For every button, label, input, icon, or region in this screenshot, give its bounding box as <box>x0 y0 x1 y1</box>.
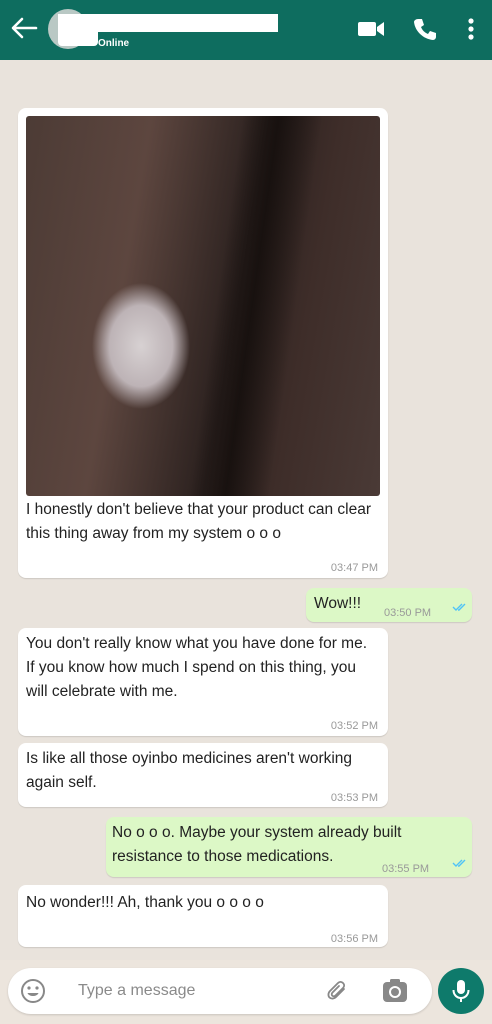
message-composer[interactable]: Type a message <box>8 968 432 1014</box>
read-ticks-icon <box>452 603 466 611</box>
outgoing-message[interactable]: Wow!!! 03:50 PM <box>306 588 472 622</box>
camera-icon[interactable] <box>380 977 410 1005</box>
message-text: No wonder!!! Ah, thank you o o o o <box>26 894 264 911</box>
message-time: 03:53 PM <box>330 792 378 804</box>
message-time: 03:52 PM <box>330 720 378 732</box>
phone-icon[interactable] <box>412 16 438 42</box>
voice-message-button[interactable] <box>438 968 484 1014</box>
incoming-message[interactable]: Is like all those oyinbo medicines aren'… <box>18 743 388 807</box>
arrow-left-icon[interactable] <box>10 16 38 40</box>
message-time: 03:47 PM <box>330 562 378 574</box>
more-vertical-icon[interactable] <box>464 16 478 42</box>
message-text: Is like all those oyinbo medicines aren'… <box>26 750 353 791</box>
contact-name-redacted-part <box>58 26 98 46</box>
message-time: 03:56 PM <box>330 933 378 945</box>
incoming-message[interactable]: You don't really know what you have done… <box>18 628 388 736</box>
message-text: I honestly don't believe that your produ… <box>26 501 372 542</box>
message-text: You don't really know what you have done… <box>26 635 368 700</box>
incoming-message[interactable]: No wonder!!! Ah, thank you o o o o 03:56… <box>18 885 388 947</box>
message-text: Wow!!! <box>314 595 362 612</box>
chat-area[interactable]: I honestly don't believe that your produ… <box>0 60 492 960</box>
chat-header: Online <box>0 0 492 60</box>
emoji-icon[interactable] <box>20 978 46 1004</box>
microphone-icon <box>452 980 470 1002</box>
video-camera-icon[interactable] <box>356 16 386 42</box>
contact-status: Online <box>98 38 130 49</box>
message-time: 03:55 PM <box>382 863 430 875</box>
read-ticks-icon <box>452 859 466 867</box>
attached-photo[interactable] <box>26 116 380 496</box>
message-time: 03:50 PM <box>384 607 432 619</box>
incoming-message[interactable]: I honestly don't believe that your produ… <box>18 108 388 578</box>
paperclip-icon[interactable] <box>324 978 350 1004</box>
message-input[interactable]: Type a message <box>78 982 195 1000</box>
outgoing-message[interactable]: No o o o. Maybe your system already buil… <box>106 817 472 877</box>
